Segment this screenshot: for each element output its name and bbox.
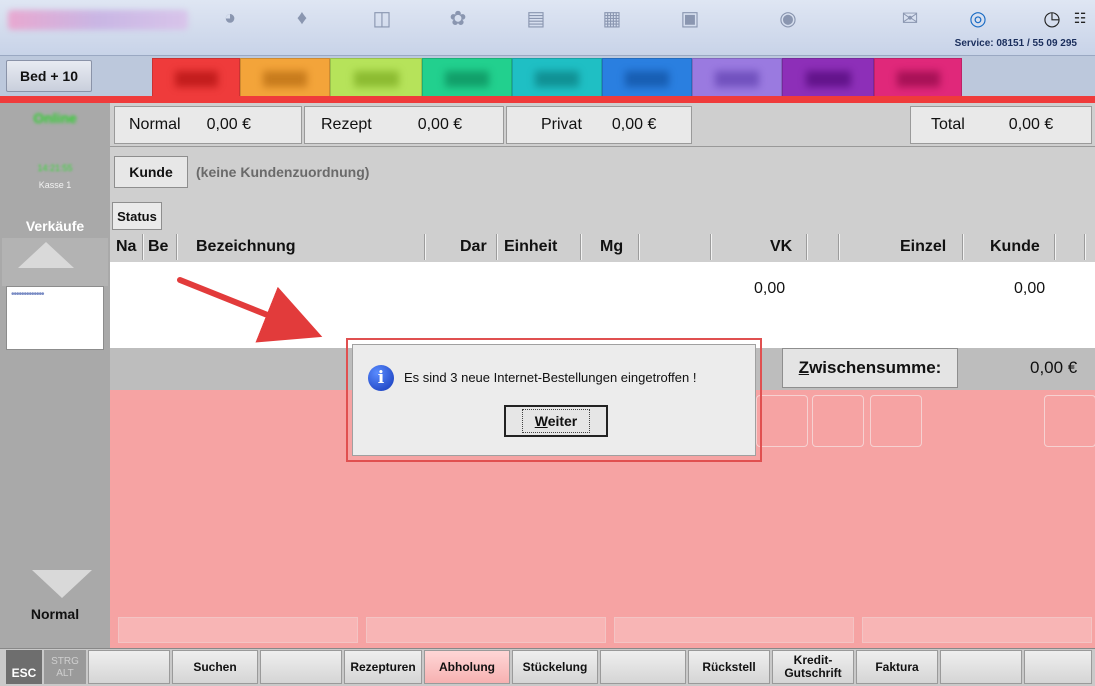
info-dialog <box>352 344 756 456</box>
info-icon: i <box>368 365 394 391</box>
continue-hotkey: W <box>534 413 548 429</box>
continue-button[interactable]: Weiter <box>504 405 608 437</box>
dialog-message: Es sind 3 neue Internet-Bestellungen ein… <box>404 370 697 385</box>
continue-label: eiter <box>547 413 578 429</box>
